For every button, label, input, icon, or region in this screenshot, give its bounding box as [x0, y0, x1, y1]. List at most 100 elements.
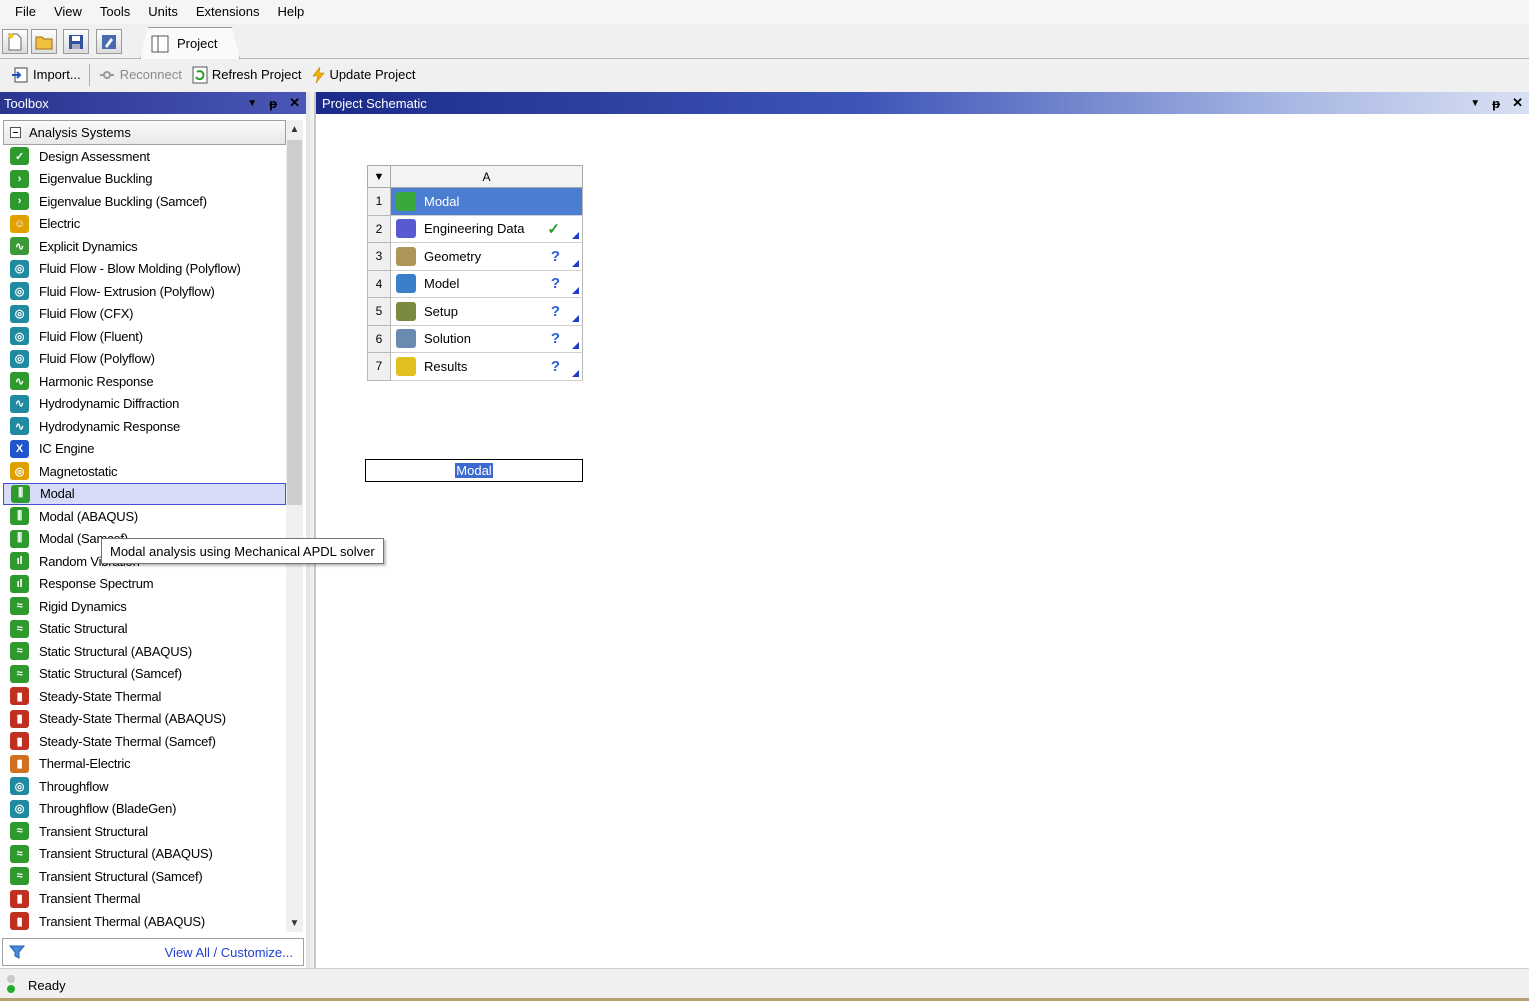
toolbox-item[interactable]: ≈ Transient Structural (ABAQUS)	[3, 843, 286, 866]
system-cell-row[interactable]: 4 Model?	[367, 270, 583, 298]
toolbox-item[interactable]: ◎ Fluid Flow (Fluent)	[3, 325, 286, 348]
system-menu-button[interactable]: ▼	[367, 165, 391, 188]
system-cell-row[interactable]: 7 Results?	[367, 353, 583, 381]
close-icon[interactable]: ✕	[1512, 95, 1523, 111]
toolbox-item[interactable]: ∿ Harmonic Response	[3, 370, 286, 393]
toolbox-item[interactable]: ≈ Static Structural (ABAQUS)	[3, 640, 286, 663]
toolbox-item[interactable]: ⫼ Modal (ABAQUS)	[3, 505, 286, 528]
toolbox-footer: View All / Customize...	[2, 938, 304, 966]
save-project-button[interactable]	[63, 29, 89, 54]
system-cell[interactable]: Model?	[391, 270, 583, 298]
toolbox-item[interactable]: ◎ Fluid Flow (CFX)	[3, 303, 286, 326]
needs-input-icon: ?	[550, 330, 560, 348]
open-project-button[interactable]	[31, 29, 57, 54]
toolbox-item[interactable]: ıl Response Spectrum	[3, 573, 286, 596]
menu-view[interactable]: View	[45, 1, 91, 23]
system-cell[interactable]: Solution?	[391, 325, 583, 353]
system-name-field[interactable]: Modal	[365, 459, 583, 482]
toolbox-header: Toolbox ▼ ᵽ ✕	[0, 92, 306, 114]
toolbox-item-label: Throughflow (BladeGen)	[39, 801, 177, 817]
pin-icon[interactable]: ᵽ	[1492, 96, 1500, 111]
cell-type-icon	[396, 329, 416, 349]
system-cell[interactable]: Setup?	[391, 298, 583, 326]
toolbox-scrollbar[interactable]: ▲ ▼	[286, 120, 303, 932]
toolbox-item[interactable]: ⫼ Modal	[3, 482, 286, 505]
toolbox-panel: Toolbox ▼ ᵽ ✕ Analysis Systems ✓ Design A…	[0, 92, 310, 968]
new-project-button[interactable]	[2, 29, 28, 54]
toolbox-item[interactable]: ◎ Throughflow (BladeGen)	[3, 798, 286, 821]
filter-icon[interactable]	[9, 944, 25, 960]
row-number: 7	[367, 353, 391, 381]
save-as-button[interactable]	[96, 29, 122, 54]
reconnect-icon	[99, 70, 114, 79]
analysis-system-block[interactable]: ▼ A 1 Modal 2 Engineering Data ✓ 3 Geometry? 4 M…	[365, 165, 583, 482]
system-cell[interactable]: Geometry?	[391, 243, 583, 271]
close-icon[interactable]: ✕	[289, 95, 300, 111]
toolbox-item[interactable]: ▮ Transient Thermal (ABAQUS)	[3, 910, 286, 932]
toolbox-item[interactable]: ▮ Steady-State Thermal	[3, 685, 286, 708]
system-cell-row[interactable]: 5 Setup?	[367, 298, 583, 326]
analysis-type-icon: ◎	[10, 777, 29, 796]
toolbox-item[interactable]: ≈ Transient Structural	[3, 820, 286, 843]
update-project-button[interactable]: Update Project	[306, 63, 420, 87]
group-analysis-systems[interactable]: Analysis Systems	[3, 120, 286, 145]
reconnect-button[interactable]: Reconnect	[93, 63, 187, 87]
toolbox-item[interactable]: ≈ Static Structural	[3, 618, 286, 641]
menu-file[interactable]: File	[6, 1, 45, 23]
toolbox-item[interactable]: ∿ Hydrodynamic Diffraction	[3, 393, 286, 416]
system-cell[interactable]: Results?	[391, 353, 583, 381]
system-cell-row[interactable]: 6 Solution?	[367, 325, 583, 353]
toolbox-item[interactable]: ≈ Rigid Dynamics	[3, 595, 286, 618]
dropdown-arrow-icon[interactable]: ▼	[247, 98, 257, 109]
toolbox-item[interactable]: ≈ Transient Structural (Samcef)	[3, 865, 286, 888]
toolbox-item[interactable]: › Eigenvalue Buckling	[3, 168, 286, 191]
analysis-type-icon: ›	[10, 192, 29, 211]
toolbox-item[interactable]: ◎ Fluid Flow - Blow Molding (Polyflow)	[3, 258, 286, 281]
menu-extensions[interactable]: Extensions	[187, 1, 269, 23]
tooltip: Modal analysis using Mechanical APDL sol…	[101, 538, 384, 564]
scroll-up-icon[interactable]: ▲	[286, 120, 303, 138]
import-button[interactable]: Import...	[6, 63, 86, 87]
menu-tools[interactable]: Tools	[91, 1, 139, 23]
toolbox-item[interactable]: ▮ Thermal-Electric	[3, 753, 286, 776]
toolbox-item[interactable]: X IC Engine	[3, 438, 286, 461]
toolbox-item[interactable]: ∿ Explicit Dynamics	[3, 235, 286, 258]
toolbox-item[interactable]: ◎ Fluid Flow (Polyflow)	[3, 348, 286, 371]
toolbox-item-label: Fluid Flow (CFX)	[39, 306, 134, 322]
system-cell-row[interactable]: 3 Geometry?	[367, 243, 583, 271]
toolbox-item[interactable]: ◎ Fluid Flow- Extrusion (Polyflow)	[3, 280, 286, 303]
dropdown-arrow-icon[interactable]: ▼	[1470, 98, 1480, 109]
toolbox-item-label: IC Engine	[39, 441, 95, 457]
refresh-project-button[interactable]: Refresh Project	[187, 63, 307, 87]
system-cell[interactable]: Modal	[391, 188, 583, 216]
menu-units[interactable]: Units	[139, 1, 187, 23]
toolbox-item[interactable]: ▮ Steady-State Thermal (Samcef)	[3, 730, 286, 753]
system-cell[interactable]: Engineering Data ✓	[391, 215, 583, 243]
toolbox-item[interactable]: ✓ Design Assessment	[3, 145, 286, 168]
toolbox-item[interactable]: ◎ Magnetostatic	[3, 460, 286, 483]
toolbox-item[interactable]: ◎ Throughflow	[3, 775, 286, 798]
collapse-icon[interactable]	[10, 127, 21, 138]
needs-input-icon: ?	[550, 275, 560, 293]
toolbox-item-label: Eigenvalue Buckling (Samcef)	[39, 193, 207, 209]
toolbox-item-label: Steady-State Thermal (Samcef)	[39, 733, 216, 749]
view-all-customize-link[interactable]: View All / Customize...	[165, 945, 293, 960]
system-name-text[interactable]: Modal	[455, 463, 493, 478]
scroll-down-icon[interactable]: ▼	[286, 914, 303, 932]
toolbox-item[interactable]: ☺ Electric	[3, 213, 286, 236]
toolbox-item[interactable]: ▮ Steady-State Thermal (ABAQUS)	[3, 708, 286, 731]
tab-project[interactable]: Project	[140, 27, 240, 59]
row-number: 4	[367, 270, 391, 298]
toolbox-item[interactable]: ∿ Hydrodynamic Response	[3, 415, 286, 438]
toolbox-item[interactable]: ≈ Static Structural (Samcef)	[3, 663, 286, 686]
toolbox-item-label: Magnetostatic	[39, 463, 118, 479]
analysis-type-icon: ≈	[10, 867, 29, 886]
pin-icon[interactable]: ᵽ	[269, 96, 277, 111]
scrollbar-thumb[interactable]	[287, 140, 302, 505]
analysis-type-icon: ◎	[10, 799, 29, 818]
menu-help[interactable]: Help	[268, 1, 313, 23]
toolbox-item[interactable]: ▮ Transient Thermal	[3, 888, 286, 911]
system-cell-row[interactable]: 1 Modal	[367, 188, 583, 216]
system-cell-row[interactable]: 2 Engineering Data ✓	[367, 215, 583, 243]
toolbox-item[interactable]: › Eigenvalue Buckling (Samcef)	[3, 190, 286, 213]
